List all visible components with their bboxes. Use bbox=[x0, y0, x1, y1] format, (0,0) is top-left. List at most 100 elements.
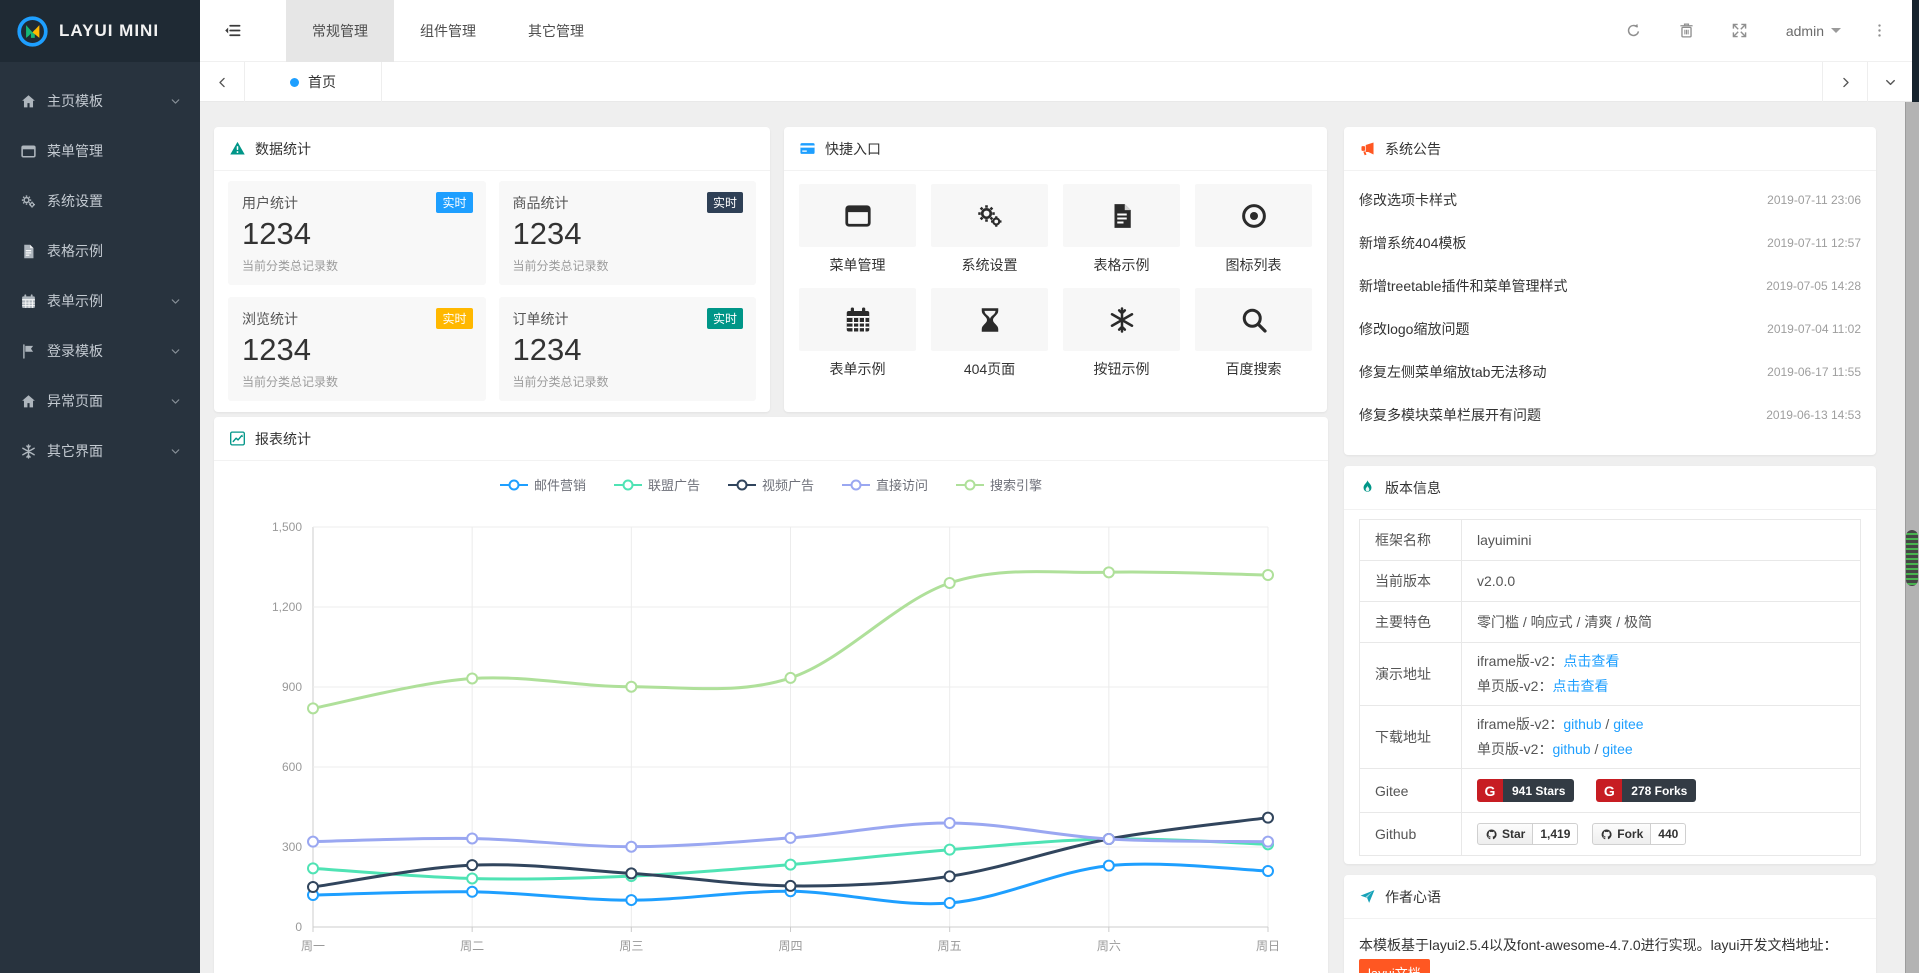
sidebar-item-home-template[interactable]: 主页模板 bbox=[0, 76, 200, 126]
sidebar-item-label: 登录模板 bbox=[47, 341, 103, 361]
github-fork-label: Fork bbox=[1617, 827, 1643, 841]
stat-user-count[interactable]: 用户统计 实时 1234 当前分类总记录数 bbox=[228, 181, 486, 285]
user-dropdown[interactable]: admin bbox=[1786, 23, 1841, 39]
report-line-chart[interactable]: 周一周二周三周四周五周六周日03006009001,2001,500 bbox=[214, 502, 1328, 973]
data-point[interactable] bbox=[467, 887, 477, 897]
github-link[interactable]: github bbox=[1563, 716, 1601, 732]
quick-button-demo[interactable]: 按钮示例 bbox=[1063, 288, 1180, 379]
data-point[interactable] bbox=[626, 868, 636, 878]
sidebar-item-system-settings[interactable]: 系统设置 bbox=[0, 176, 200, 226]
data-point[interactable] bbox=[945, 871, 955, 881]
legend-item-邮件营销[interactable]: 邮件营销 bbox=[500, 475, 586, 494]
data-point[interactable] bbox=[1263, 866, 1273, 876]
quick-baidu-search[interactable]: 百度搜索 bbox=[1195, 288, 1312, 379]
layui-docs-badge[interactable]: layui文档 bbox=[1359, 959, 1430, 973]
collapse-sidebar-button[interactable] bbox=[200, 0, 264, 62]
clear-cache-icon[interactable] bbox=[1678, 22, 1695, 39]
notice-item[interactable]: 新增系统404模板 2019-07-11 12:57 bbox=[1359, 221, 1861, 264]
sidebar-item-form-demo[interactable]: 表单示例 bbox=[0, 276, 200, 326]
tab-component-management[interactable]: 组件管理 bbox=[394, 0, 502, 62]
data-point[interactable] bbox=[1104, 567, 1114, 577]
stat-product-count[interactable]: 商品统计 实时 1234 当前分类总记录数 bbox=[499, 181, 757, 285]
data-point[interactable] bbox=[467, 873, 477, 883]
quick-system-settings[interactable]: 系统设置 bbox=[931, 184, 1048, 275]
demo-spa-link[interactable]: 点击查看 bbox=[1552, 678, 1608, 694]
data-point[interactable] bbox=[308, 837, 318, 847]
tab-scroll-right-button[interactable] bbox=[1822, 62, 1867, 102]
data-point[interactable] bbox=[945, 818, 955, 828]
data-point[interactable] bbox=[626, 842, 636, 852]
data-point[interactable] bbox=[308, 703, 318, 713]
row-label: 主要特色 bbox=[1360, 602, 1462, 643]
demo-iframe-link[interactable]: 点击查看 bbox=[1563, 653, 1619, 669]
legend-item-视频广告[interactable]: 视频广告 bbox=[728, 475, 814, 494]
legend-label: 联盟广告 bbox=[648, 475, 700, 494]
gitee-stars-badge[interactable]: G941 Stars bbox=[1477, 779, 1574, 802]
stat-order-count[interactable]: 订单统计 实时 1234 当前分类总记录数 bbox=[499, 297, 757, 401]
tab-home[interactable]: 首页 bbox=[245, 62, 382, 102]
legend-item-联盟广告[interactable]: 联盟广告 bbox=[614, 475, 700, 494]
legend-item-搜索引擎[interactable]: 搜索引擎 bbox=[956, 475, 1042, 494]
data-point[interactable] bbox=[467, 860, 477, 870]
data-point[interactable] bbox=[786, 833, 796, 843]
data-point[interactable] bbox=[786, 860, 796, 870]
refresh-icon[interactable] bbox=[1625, 22, 1642, 39]
warning-triangle-icon bbox=[229, 140, 246, 157]
quick-icon-list[interactable]: 图标列表 bbox=[1195, 184, 1312, 275]
sidebar-item-other-pages[interactable]: 其它界面 bbox=[0, 426, 200, 476]
data-point[interactable] bbox=[467, 833, 477, 843]
data-point[interactable] bbox=[786, 673, 796, 683]
more-menu-icon[interactable] bbox=[1871, 22, 1888, 39]
data-point[interactable] bbox=[308, 863, 318, 873]
quick-form-demo[interactable]: 表单示例 bbox=[799, 288, 916, 379]
scrollbar-thumb[interactable] bbox=[1906, 530, 1918, 586]
sidebar-item-error-pages[interactable]: 异常页面 bbox=[0, 376, 200, 426]
github-fork-button[interactable]: Fork 440 bbox=[1592, 823, 1686, 845]
data-point[interactable] bbox=[626, 682, 636, 692]
y-axis-tick-label: 1,500 bbox=[272, 520, 302, 534]
quick-table-demo[interactable]: 表格示例 bbox=[1063, 184, 1180, 275]
sidebar-menu: 主页模板 菜单管理 系统设置 表格示例 表单示例 登录 bbox=[0, 62, 200, 476]
data-point[interactable] bbox=[308, 882, 318, 892]
notice-item[interactable]: 修改logo缩放问题 2019-07-04 11:02 bbox=[1359, 307, 1861, 350]
github-link[interactable]: github bbox=[1552, 741, 1590, 757]
stat-view-count[interactable]: 浏览统计 实时 1234 当前分类总记录数 bbox=[228, 297, 486, 401]
tab-general-management[interactable]: 常规管理 bbox=[286, 0, 394, 62]
data-point[interactable] bbox=[467, 673, 477, 683]
notice-item[interactable]: 修复多模块菜单栏展开有问题 2019-06-13 14:53 bbox=[1359, 393, 1861, 436]
data-point[interactable] bbox=[786, 881, 796, 891]
notice-item[interactable]: 修复左侧菜单缩放tab无法移动 2019-06-17 11:55 bbox=[1359, 350, 1861, 393]
github-star-button[interactable]: Star 1,419 bbox=[1477, 823, 1578, 845]
data-point[interactable] bbox=[945, 845, 955, 855]
tab-scroll-left-button[interactable] bbox=[200, 62, 245, 102]
data-point[interactable] bbox=[1104, 834, 1114, 844]
data-point[interactable] bbox=[945, 578, 955, 588]
data-point[interactable] bbox=[1263, 813, 1273, 823]
row-label: 下载地址 bbox=[1360, 706, 1462, 769]
notice-item[interactable]: 新增treetable插件和菜单管理样式 2019-07-05 14:28 bbox=[1359, 264, 1861, 307]
quick-menu-management[interactable]: 菜单管理 bbox=[799, 184, 916, 275]
data-point[interactable] bbox=[626, 895, 636, 905]
home-icon bbox=[20, 393, 37, 410]
sidebar-item-login-template[interactable]: 登录模板 bbox=[0, 326, 200, 376]
gitee-link[interactable]: gitee bbox=[1613, 716, 1643, 732]
gitee-link[interactable]: gitee bbox=[1602, 741, 1632, 757]
tab-other-management[interactable]: 其它管理 bbox=[502, 0, 610, 62]
tab-label: 其它管理 bbox=[528, 21, 584, 41]
chevron-left-icon bbox=[215, 75, 230, 90]
data-point[interactable] bbox=[1263, 570, 1273, 580]
data-point[interactable] bbox=[1263, 837, 1273, 847]
sidebar-item-menu-management[interactable]: 菜单管理 bbox=[0, 126, 200, 176]
notice-item[interactable]: 修改选项卡样式 2019-07-11 23:06 bbox=[1359, 178, 1861, 221]
tab-operations-button[interactable] bbox=[1867, 62, 1912, 102]
data-point[interactable] bbox=[1104, 861, 1114, 871]
sidebar-item-table-demo[interactable]: 表格示例 bbox=[0, 226, 200, 276]
notice-text: 修复多模块菜单栏展开有问题 bbox=[1359, 405, 1541, 425]
data-point[interactable] bbox=[945, 898, 955, 908]
app-logo[interactable]: LAYUI MINI bbox=[0, 0, 200, 62]
legend-item-直接访问[interactable]: 直接访问 bbox=[842, 475, 928, 494]
quick-404-page[interactable]: 404页面 bbox=[931, 288, 1048, 379]
fullscreen-icon[interactable] bbox=[1731, 22, 1748, 39]
gitee-forks-badge[interactable]: G278 Forks bbox=[1596, 779, 1696, 802]
dot-circle-icon bbox=[1239, 201, 1269, 231]
